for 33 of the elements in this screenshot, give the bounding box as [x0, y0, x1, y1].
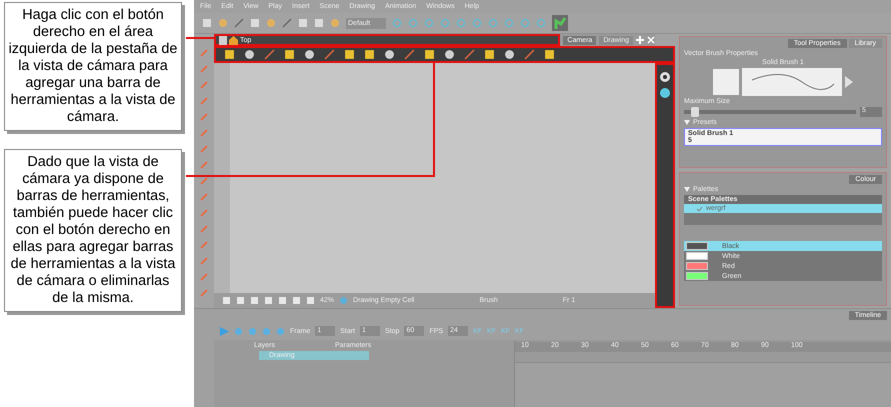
check-icon[interactable]	[552, 15, 568, 31]
line-icon[interactable]	[464, 49, 475, 60]
close-icon[interactable]	[647, 36, 655, 44]
eye-icon[interactable]	[659, 71, 671, 83]
circle-icon[interactable]	[304, 49, 315, 60]
square-icon[interactable]	[284, 49, 295, 60]
circle-icon[interactable]	[384, 49, 395, 60]
slider-thumb[interactable]	[690, 107, 699, 117]
line-icon[interactable]	[324, 49, 335, 60]
collapse-icon[interactable]	[684, 120, 690, 125]
check-icon	[696, 206, 703, 212]
line-icon[interactable]	[524, 49, 535, 60]
circle-icon[interactable]	[244, 49, 255, 60]
circle-icon[interactable]	[444, 49, 455, 60]
add-icon[interactable]	[636, 36, 644, 44]
square-icon[interactable]	[364, 49, 375, 60]
callout-text: Dado que la vista de cámara ya dispone de barras de herramientas, también puede hacer clic con el botón derecho en ellas para agregar barras de herramientas a la vista de cámara o eliminarlas de la misma.	[4, 149, 182, 312]
frame-cells[interactable]	[515, 352, 891, 363]
line-icon[interactable]	[282, 18, 292, 28]
line-icon[interactable]	[404, 49, 415, 60]
square-icon[interactable]	[224, 49, 235, 60]
brush-tip-preview	[713, 69, 739, 95]
square-icon[interactable]	[484, 49, 495, 60]
square-icon[interactable]	[344, 49, 355, 60]
line-icon[interactable]	[234, 18, 244, 28]
line-icon[interactable]	[264, 49, 275, 60]
play-icon[interactable]	[220, 326, 229, 336]
square-icon[interactable]	[544, 49, 555, 60]
square-icon[interactable]	[424, 49, 435, 60]
circle-icon[interactable]	[659, 87, 671, 99]
circle-icon[interactable]	[504, 49, 515, 60]
collapse-icon[interactable]	[684, 187, 690, 192]
callout-text: Haga clic con el botón derecho en el área izquierda de la pestaña de la vista de cámara para agregar una barra de herramientas a la vista de cámara.	[4, 2, 182, 131]
